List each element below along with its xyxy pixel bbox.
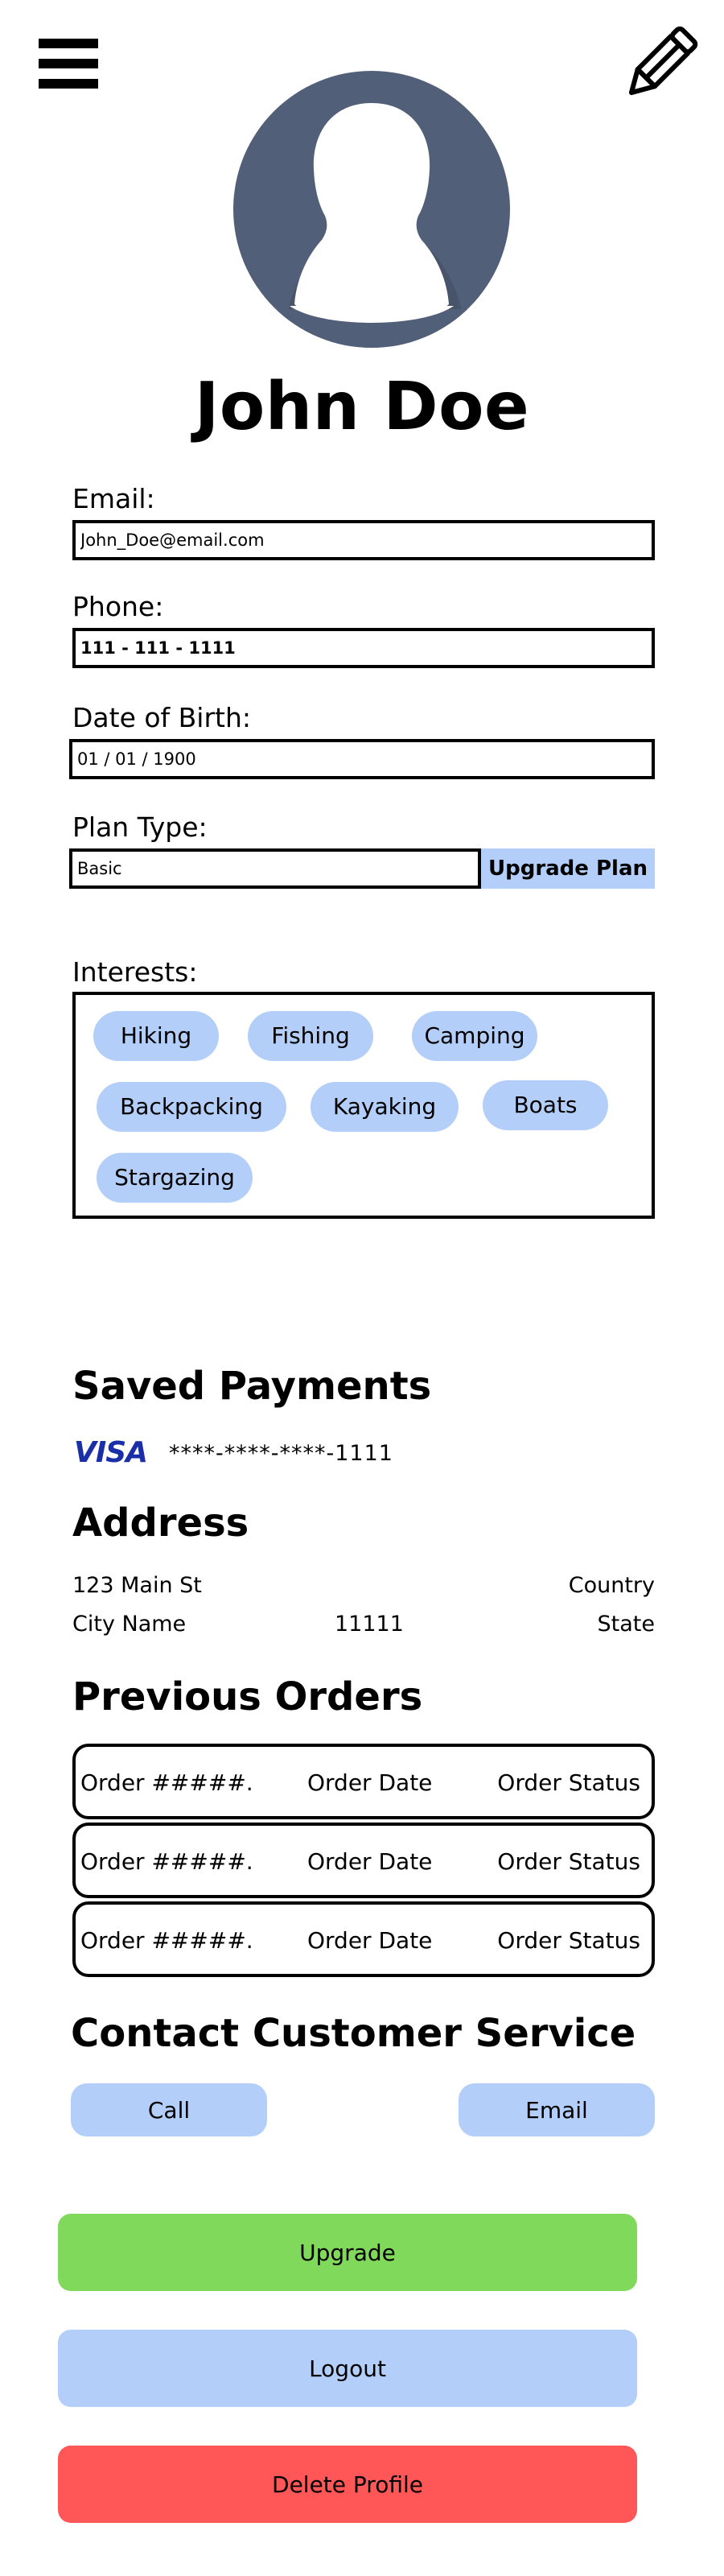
phone-field[interactable] — [72, 628, 655, 668]
address-title: Address — [72, 1501, 249, 1546]
plan-label: Plan Type: — [72, 811, 208, 843]
email-label: Email: — [72, 483, 155, 514]
order-number: Order #####. — [80, 1848, 253, 1875]
interest-chip[interactable]: Hiking — [93, 1011, 219, 1061]
interest-chip[interactable]: Camping — [412, 1011, 537, 1061]
order-date: Order Date — [307, 1848, 433, 1875]
order-status: Order Status — [497, 1848, 640, 1875]
pencil-icon — [628, 26, 698, 96]
order-row[interactable]: Order #####. Order Date Order Status — [72, 1901, 655, 1977]
email-button[interactable]: Email — [459, 2083, 655, 2136]
edit-profile-button[interactable] — [616, 19, 705, 108]
call-button[interactable]: Call — [71, 2083, 267, 2136]
address-zip: 11111 — [335, 1612, 404, 1637]
previous-orders-title: Previous Orders — [72, 1674, 423, 1719]
dob-field[interactable] — [69, 739, 655, 779]
upgrade-plan-button[interactable]: Upgrade Plan — [481, 848, 655, 889]
address-street: 123 Main St — [72, 1573, 202, 1598]
order-date: Order Date — [307, 1769, 433, 1796]
address-city: City Name — [72, 1612, 187, 1637]
logout-button[interactable]: Logout — [58, 2330, 637, 2407]
address-country: Country — [568, 1573, 655, 1598]
email-field[interactable] — [72, 520, 655, 560]
profile-name: John Doe — [194, 369, 530, 445]
interests-box: Hiking Fishing Camping Backpacking Kayak… — [72, 992, 655, 1219]
upgrade-button[interactable]: Upgrade — [58, 2214, 637, 2291]
order-status: Order Status — [497, 1769, 640, 1796]
interest-chip[interactable]: Fishing — [248, 1011, 373, 1061]
visa-logo: VISA — [74, 1436, 148, 1469]
phone-label: Phone: — [72, 591, 164, 622]
hamburger-menu-icon[interactable] — [39, 39, 98, 89]
interest-chip[interactable]: Boats — [483, 1080, 608, 1130]
user-silhouette-icon — [233, 103, 510, 348]
order-status: Order Status — [497, 1927, 640, 1954]
address-state: State — [597, 1612, 655, 1637]
delete-profile-button[interactable]: Delete Profile — [58, 2446, 637, 2523]
plan-type-field[interactable] — [69, 848, 481, 889]
avatar — [233, 71, 510, 348]
order-date: Order Date — [307, 1927, 433, 1954]
interest-chip[interactable]: Stargazing — [97, 1153, 253, 1203]
order-row[interactable]: Order #####. Order Date Order Status — [72, 1744, 655, 1819]
order-row[interactable]: Order #####. Order Date Order Status — [72, 1823, 655, 1898]
order-number: Order #####. — [80, 1769, 253, 1796]
contact-customer-service-title: Contact Customer Service — [71, 2011, 636, 2056]
card-number: ****-****-****-1111 — [169, 1441, 393, 1466]
saved-payments-title: Saved Payments — [72, 1364, 432, 1409]
order-number: Order #####. — [80, 1927, 253, 1954]
dob-label: Date of Birth: — [72, 702, 252, 733]
interest-chip[interactable]: Backpacking — [97, 1082, 286, 1132]
interest-chip[interactable]: Kayaking — [311, 1082, 459, 1132]
interests-label: Interests: — [72, 956, 198, 988]
